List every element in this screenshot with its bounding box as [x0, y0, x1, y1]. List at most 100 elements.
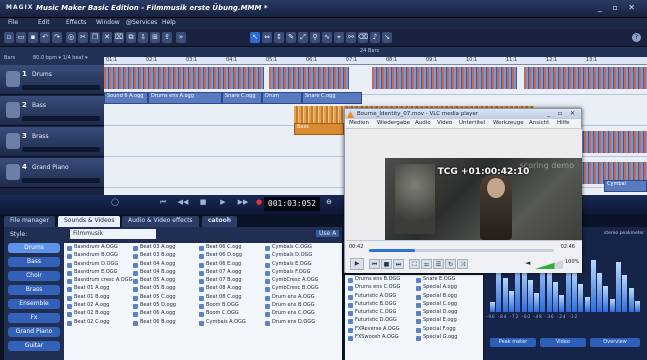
mixdown-icon[interactable]: ⇩ — [138, 32, 148, 43]
vlc-window-controls[interactable]: _ ▫ ✕ — [547, 110, 578, 117]
sound-file-item[interactable]: Drum ens C.OGG — [264, 310, 319, 318]
vlc-menu-werkzeuge[interactable]: Werkzeuge — [493, 120, 524, 126]
mouse-mode-icon[interactable]: ↖ — [250, 32, 260, 43]
category-grand-piano[interactable]: Grand Piano — [8, 327, 60, 337]
listen-icon[interactable]: ♪ — [370, 32, 380, 43]
sound-file-item[interactable]: Futuristic A.OGG — [347, 293, 400, 301]
sound-file-item[interactable]: FXSwoosh A.OGG — [347, 334, 400, 342]
sound-file-item[interactable]: CymbCresc A.OGG — [264, 277, 319, 285]
fast-forward-icon[interactable]: » — [176, 32, 186, 43]
sound-file-item[interactable]: Futuristic C.OGG — [347, 309, 400, 317]
vlc-loop-icon[interactable]: ↻ — [445, 259, 456, 269]
range-mode-icon[interactable]: ⇔ — [262, 32, 272, 43]
sound-file-item[interactable]: Basndrum E.OGG — [66, 269, 132, 277]
sound-file-item[interactable]: Drums ens C.OGG — [347, 284, 400, 292]
sound-file-item[interactable]: Beat 02 B.ogg — [66, 310, 132, 318]
fast-forward-transport-icon[interactable]: ▶▶ — [236, 198, 250, 210]
stretch-icon[interactable]: ⤢ — [298, 32, 308, 43]
to-start-icon[interactable]: ⏮ — [156, 198, 170, 210]
sound-file-item[interactable]: Snare E.OGG — [415, 276, 457, 284]
sound-file-item[interactable]: Beat 06 A.ogg — [132, 310, 176, 318]
vlc-menu-hilfe[interactable]: Hilfe — [557, 120, 570, 126]
category-choir[interactable]: Choir — [8, 271, 60, 281]
cut-icon[interactable]: ⌧ — [114, 32, 124, 43]
sound-file-item[interactable]: Futuristic D.OGG — [347, 317, 400, 325]
rewind-icon[interactable]: ◀◀ — [176, 198, 190, 210]
sound-file-item[interactable]: Cymbals C.OGG — [264, 244, 319, 252]
split-mode-icon[interactable]: ↕ — [274, 32, 284, 43]
sound-file-item[interactable]: Drums ens B.OGG — [347, 276, 400, 284]
sound-file-item[interactable]: Cymbals A.OGG — [198, 319, 246, 327]
sound-file-item[interactable]: Beat 05 B.ogg — [132, 285, 176, 293]
use-button[interactable]: Use A — [316, 230, 340, 237]
category-guitar[interactable]: Guitar — [8, 341, 60, 351]
scissors-icon[interactable]: ✂ — [78, 32, 88, 43]
save-icon[interactable]: ▪ — [28, 32, 38, 43]
sound-file-item[interactable]: Boom B.OGG — [198, 302, 246, 310]
copy-icon[interactable]: ❐ — [90, 32, 100, 43]
sound-file-item[interactable]: Beat 05 D.ogg — [132, 302, 176, 310]
sound-file-item[interactable]: Cymbals D.OGG — [264, 252, 319, 260]
sound-file-item[interactable]: FXReverse A.OGG — [347, 326, 400, 334]
sound-file-item[interactable]: Beat 02 A.ogg — [66, 302, 132, 310]
sound-file-item[interactable]: Beat 01 B.ogg — [66, 294, 132, 302]
sound-file-item[interactable]: Futuristic B.OGG — [347, 301, 400, 309]
sound-file-item[interactable]: Beat 06 C.ogg — [198, 244, 246, 252]
sound-file-item[interactable]: Beat 06 D.ogg — [198, 252, 246, 260]
sound-file-item[interactable]: Beat 05 A.ogg — [132, 277, 176, 285]
track-controls[interactable] — [22, 178, 100, 183]
vlc-menu-video[interactable]: Video — [437, 120, 452, 126]
sound-file-item[interactable]: Special B.ogg — [415, 293, 457, 301]
sound-file-item[interactable]: Cymbals F.OGG — [264, 269, 319, 277]
track-brass[interactable]: 3 Brass — [0, 127, 104, 157]
peak-meter-button[interactable]: Peak meter — [490, 338, 536, 347]
overview-button[interactable]: Overview — [590, 338, 640, 347]
sound-file-item[interactable]: Special F.ogg — [415, 326, 457, 334]
menu-help[interactable]: Help — [162, 19, 176, 26]
vlc-menu-wiedergabe[interactable]: Wiedergabe — [377, 120, 410, 126]
sound-file-item[interactable]: Beat 03 A.ogg — [132, 244, 176, 252]
category-fx[interactable]: Fx — [8, 313, 60, 323]
audio-waveform[interactable] — [269, 67, 349, 89]
insert-icon[interactable]: ⊞ — [150, 32, 160, 43]
sound-file-item[interactable]: Beat 02 C.ogg — [66, 319, 132, 327]
audio-waveform[interactable] — [372, 67, 517, 89]
sound-file-item[interactable]: Beat 01 A.ogg — [66, 285, 132, 293]
style-dropdown[interactable]: Filmmusik — [70, 229, 156, 239]
sound-file-item[interactable]: Beat 04 B.ogg — [132, 269, 176, 277]
sound-file-item[interactable]: Special G.ogg — [415, 334, 457, 342]
vlc-next-icon[interactable]: ⏭ — [393, 259, 404, 269]
redo-icon[interactable]: ↷ — [52, 32, 62, 43]
sound-file-item[interactable]: CymbCresc B.OGG — [264, 285, 319, 293]
sound-file-item[interactable]: Drum ens A.OGG — [264, 294, 319, 302]
vlc-fullscreen-icon[interactable]: ⛶ — [409, 259, 420, 269]
menu-effects[interactable]: Effects — [66, 19, 86, 26]
sound-file-item[interactable]: Special A.ogg — [415, 284, 457, 292]
sound-file-item[interactable]: Beat 07 A.ogg — [198, 269, 246, 277]
tab-sounds-videos[interactable]: Sounds & Videos — [58, 216, 121, 227]
new-file-icon[interactable]: ▫ — [4, 32, 14, 43]
open-folder-icon[interactable]: ▭ — [16, 32, 26, 43]
sound-file-item[interactable]: Beat 05 C.ogg — [132, 294, 176, 302]
audio-waveform[interactable] — [524, 67, 647, 89]
sound-file-item[interactable]: Special C.ogg — [415, 301, 457, 309]
vlc-speaker-icon[interactable]: ◄ — [525, 259, 530, 267]
sound-file-item[interactable]: Beat 08 C.ogg — [198, 294, 246, 302]
vlc-stop-icon[interactable]: ■ — [381, 259, 392, 269]
track-controls[interactable] — [22, 116, 100, 121]
stop-icon[interactable]: ■ — [196, 198, 210, 210]
vlc-menu-ansicht[interactable]: Ansicht — [529, 120, 549, 126]
track-bass[interactable]: 2 Bass — [0, 96, 104, 126]
vlc-shuffle-icon[interactable]: ⤨ — [457, 259, 468, 269]
sound-file-item[interactable]: Drum ens D.OGG — [264, 319, 319, 327]
menu-edit[interactable]: Edit — [38, 19, 50, 26]
track-grand-piano[interactable]: 4 Grand Piano — [0, 158, 104, 188]
undo-icon[interactable]: ↶ — [40, 32, 50, 43]
pencil-icon[interactable]: ✎ — [286, 32, 296, 43]
vlc-window[interactable]: Bourne_Identity_07.mov - VLC media playe… — [344, 108, 582, 273]
arrow-icon[interactable]: ↘ — [382, 32, 392, 43]
sound-file-item[interactable]: Basndrum D.OGG — [66, 261, 132, 269]
category-brass[interactable]: Brass — [8, 285, 60, 295]
sound-file-item[interactable]: Special E.ogg — [415, 317, 457, 325]
tab-audio-video-effects[interactable]: Audio & Video effects — [122, 216, 199, 227]
